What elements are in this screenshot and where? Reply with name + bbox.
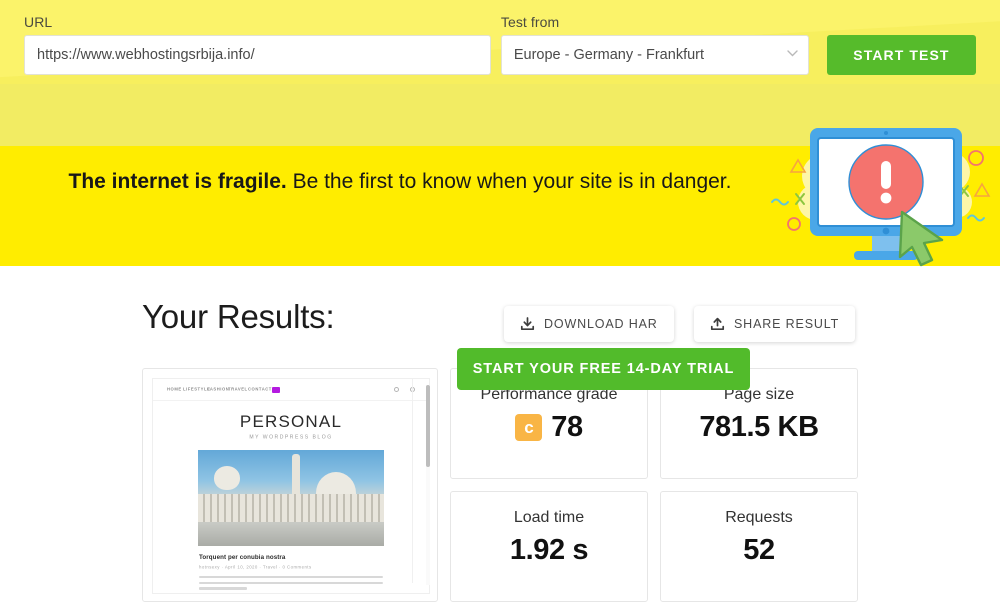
site-nav-item: FASHION xyxy=(207,387,230,392)
results-grid: HOME LIFESTYLE FASHION TRAVEL CONTACT PE… xyxy=(142,368,858,602)
site-logo: PERSONAL xyxy=(239,412,343,431)
location-select-value: Europe - Germany - Frankfurt xyxy=(513,47,705,63)
site-tagline: MY WORDPRESS BLOG xyxy=(249,434,333,440)
download-icon xyxy=(520,316,535,332)
monitor-alert-icon xyxy=(754,106,994,271)
site-nav-item: HOME xyxy=(167,387,182,392)
download-har-label: DOWNLOAD HAR xyxy=(544,317,658,331)
metric-card-requests: Requests 52 xyxy=(660,491,858,602)
url-label: URL xyxy=(24,14,53,30)
thumbnail-scrollbar-thumb[interactable] xyxy=(426,385,430,467)
share-result-button[interactable]: SHARE RESULT xyxy=(694,306,856,342)
promo-headline: The internet is fragile. Be the first to… xyxy=(0,170,800,194)
results-header: Your Results: DOWNLOAD HAR SHARE RESULT xyxy=(142,298,858,352)
promo-headline-bold: The internet is fragile. xyxy=(68,170,287,193)
search-icon xyxy=(394,387,399,392)
metric-value: 78 xyxy=(551,411,583,443)
location-select[interactable]: Europe - Germany - Frankfurt xyxy=(500,35,809,75)
site-post-title: Torquent per conubia nostra xyxy=(199,554,286,561)
site-nav-item: TRAVEL xyxy=(228,387,248,392)
metric-value: 52 xyxy=(743,534,775,566)
start-free-trial-button[interactable]: START YOUR FREE 14-DAY TRIAL xyxy=(457,348,750,390)
promo-banner: The internet is fragile. Be the first to… xyxy=(0,128,1000,390)
metric-label: Load time xyxy=(513,509,585,526)
download-har-button[interactable]: DOWNLOAD HAR xyxy=(504,306,674,342)
location-field-group: Test from Europe - Germany - Frankfurt xyxy=(500,14,809,75)
promo-headline-rest: Be the first to know when your site is i… xyxy=(286,170,732,193)
start-test-button[interactable]: START TEST xyxy=(826,35,976,75)
page-title: Your Results: xyxy=(142,298,335,335)
site-post-excerpt xyxy=(199,576,385,590)
metric-value-group: C 78 xyxy=(451,411,647,444)
metric-label: Requests xyxy=(725,509,793,526)
site-post-meta: hotnsexy · April 10, 2020 · Travel · 0 C… xyxy=(199,564,312,570)
upload-icon xyxy=(710,317,725,332)
metric-value: 1.92 s xyxy=(509,534,589,566)
site-nav: HOME LIFESTYLE FASHION TRAVEL CONTACT xyxy=(153,379,429,401)
metric-cards: Performance grade C 78 Page size 781.5 K… xyxy=(450,368,858,602)
metric-card-load-time: Load time 1.92 s xyxy=(450,491,648,602)
results-section: Your Results: DOWNLOAD HAR SHARE RESULT xyxy=(0,266,1000,602)
thumbnail-divider xyxy=(412,379,413,583)
url-field-group: URL xyxy=(24,14,491,75)
metric-value: 781.5 KB xyxy=(699,411,819,443)
cart-icon xyxy=(271,386,280,393)
site-hero-image xyxy=(198,450,384,546)
url-input[interactable] xyxy=(24,35,491,75)
site-screenshot-card[interactable]: HOME LIFESTYLE FASHION TRAVEL CONTACT PE… xyxy=(142,368,438,602)
thumbnail-scrollbar[interactable] xyxy=(426,385,430,585)
status-badge: C xyxy=(515,414,543,441)
site-nav-item: CONTACT xyxy=(247,387,272,392)
location-label: Test from xyxy=(500,14,560,30)
site-screenshot: HOME LIFESTYLE FASHION TRAVEL CONTACT PE… xyxy=(152,378,430,594)
share-result-label: SHARE RESULT xyxy=(734,317,840,331)
